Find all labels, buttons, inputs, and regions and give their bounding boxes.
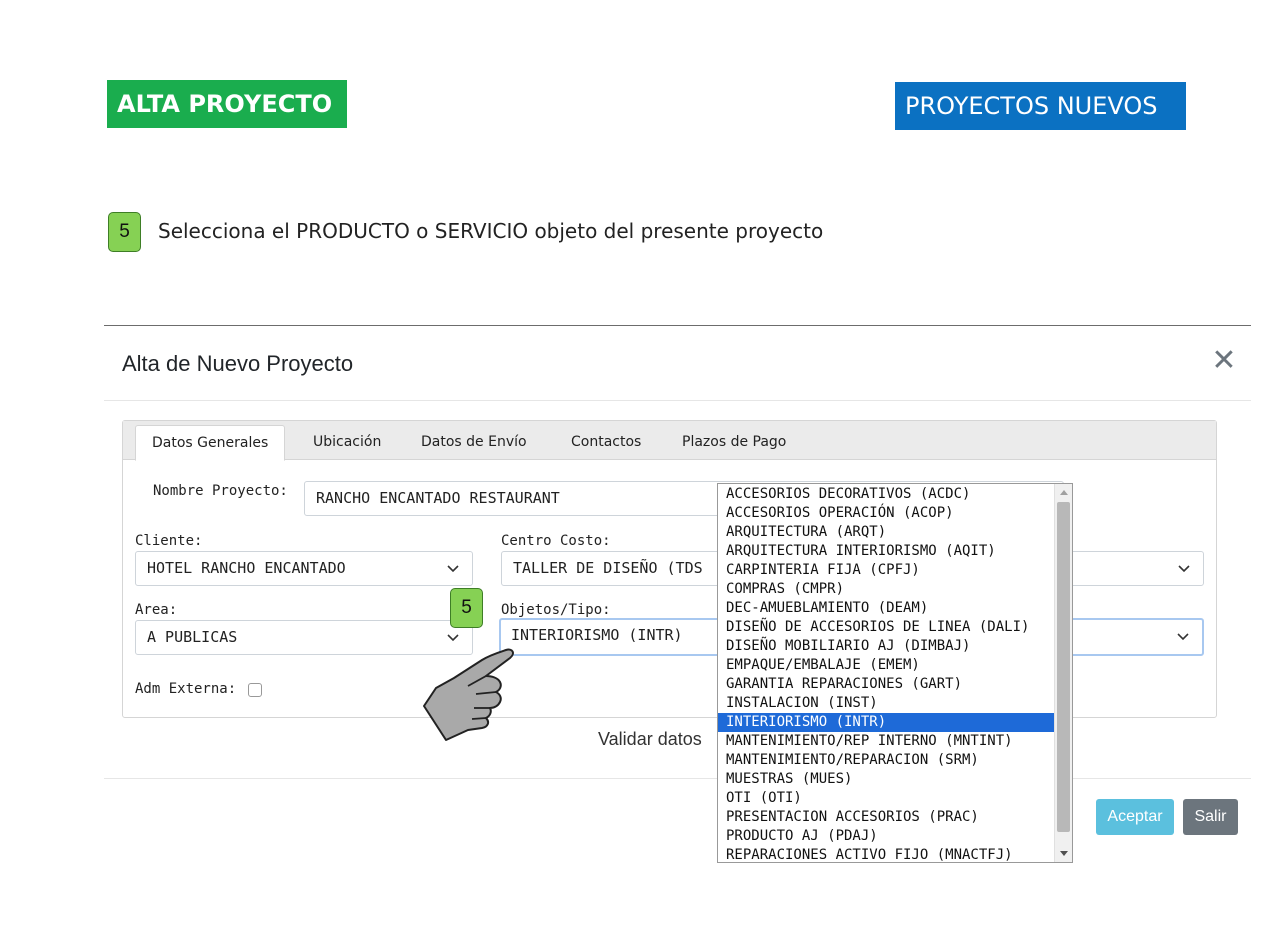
salir-button[interactable]: Salir [1183,799,1238,835]
tab-bar: Datos Generales Ubicación Datos de Envío… [123,421,1216,461]
tab-plazos-pago[interactable]: Plazos de Pago [666,425,802,461]
step-instruction: Selecciona el PRODUCTO o SERVICIO objeto… [158,219,824,243]
scroll-down-arrow-icon[interactable] [1055,845,1073,862]
modal-title: Alta de Nuevo Proyecto [122,351,354,376]
chevron-down-icon [1177,633,1189,641]
objetos-tipo-dropdown-list[interactable]: ACCESORIOS DECORATIVOS (ACDC) ACCESORIOS… [717,483,1073,863]
dropdown-option[interactable]: INSTALACION (INST) [718,694,1054,713]
adm-externa-checkbox[interactable] [248,683,262,697]
dropdown-option[interactable]: EMPAQUE/EMBALAJE (EMEM) [718,656,1054,675]
chevron-down-icon [447,634,459,642]
modal-footer-divider [104,778,1251,779]
tab-datos-generales[interactable]: Datos Generales [135,425,286,461]
dropdown-option[interactable]: COMPRAS (CMPR) [718,580,1054,599]
callout-step-badge: 5 [450,588,483,628]
nombre-proyecto-label: Nombre Proyecto: [153,483,288,499]
dropdown-option[interactable]: CARPINTERIA FIJA (CPFJ) [718,561,1054,580]
tab-datos-envio[interactable]: Datos de Envío [405,425,543,461]
dropdown-option[interactable]: MUESTRAS (MUES) [718,770,1054,789]
dropdown-option[interactable]: OTI (OTI) [718,789,1054,808]
modal-header-divider [104,400,1251,401]
centro-costo-value: TALLER DE DISEÑO (TDS [513,559,703,577]
dropdown-option[interactable]: PRESENTACION ACCESORIOS (PRAC) [718,808,1054,827]
scroll-up-arrow-icon[interactable] [1055,484,1073,501]
dropdown-option[interactable]: ACCESORIOS DECORATIVOS (ACDC) [718,485,1054,504]
dropdown-option-selected[interactable]: INTERIORISMO (INTR) [718,713,1054,732]
tab-contactos[interactable]: Contactos [555,425,657,461]
dropdown-option[interactable]: DEC-AMUEBLAMIENTO (DEAM) [718,599,1054,618]
dropdown-option[interactable]: REPARACIONES ACTIVO FIJO (MNACTFJ) [718,846,1054,862]
chevron-down-icon [447,565,459,573]
tab-ubicacion[interactable]: Ubicación [297,425,397,461]
validar-datos-label: Validar datos [598,729,702,749]
chevron-down-icon [1178,565,1190,573]
cliente-select[interactable]: HOTEL RANCHO ENCANTADO [135,551,473,586]
cliente-select-value: HOTEL RANCHO ENCANTADO [147,559,346,577]
scrollbar-thumb[interactable] [1057,502,1070,832]
dropdown-option[interactable]: DISEÑO DE ACCESORIOS DE LINEA (DALI) [718,618,1054,637]
dropdown-option[interactable]: ARQUITECTURA (ARQT) [718,523,1054,542]
alta-proyecto-badge: ALTA PROYECTO [107,80,347,128]
pointing-hand-icon [423,648,514,741]
dropdown-option[interactable]: PRODUCTO AJ (PDAJ) [718,827,1054,846]
dropdown-option[interactable]: ARQUITECTURA INTERIORISMO (AQIT) [718,542,1054,561]
dropdown-option[interactable]: DISEÑO MOBILIARIO AJ (DIMBAJ) [718,637,1054,656]
dropdown-option[interactable]: ACCESORIOS OPERACIÓN (ACOP) [718,504,1054,523]
objetos-tipo-label: Objetos/Tipo: [501,602,611,618]
close-icon[interactable]: ✕ [1209,346,1239,376]
dropdown-option[interactable]: GARANTIA REPARACIONES (GART) [718,675,1054,694]
proyectos-nuevos-badge: PROYECTOS NUEVOS [895,82,1186,130]
area-label: Area: [135,602,178,618]
cliente-label: Cliente: [135,533,203,549]
dropdown-scrollbar[interactable] [1054,484,1072,862]
dropdown-option[interactable]: MANTENIMIENTO/REP INTERNO (MNTINT) [718,732,1054,751]
step-number-badge: 5 [108,212,141,252]
aceptar-button[interactable]: Aceptar [1096,799,1174,835]
adm-externa-label: Adm Externa: [135,681,237,697]
alta-nuevo-proyecto-modal: Alta de Nuevo Proyecto ✕ Datos Generales… [104,325,1251,885]
dropdown-option[interactable]: MANTENIMIENTO/REPARACION (SRM) [718,751,1054,770]
objetos-tipo-value: INTERIORISMO (INTR) [511,626,683,644]
area-select-value: A PUBLICAS [147,628,238,646]
centro-costo-label: Centro Costo: [501,533,611,549]
